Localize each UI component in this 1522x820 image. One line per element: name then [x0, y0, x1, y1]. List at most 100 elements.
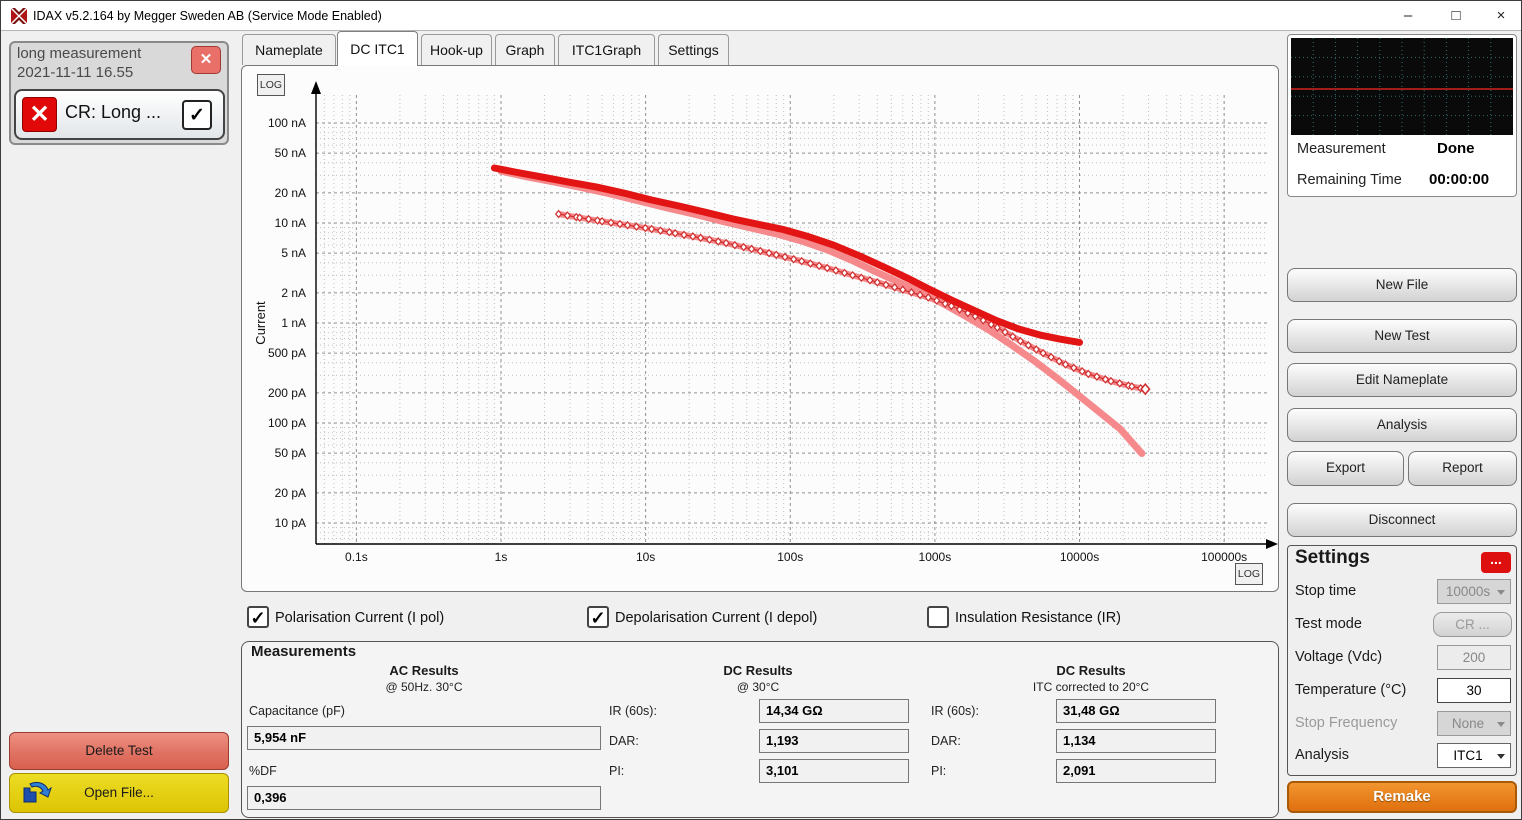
dc-ir-value[interactable]: 14,34 GΩ [759, 699, 909, 723]
svg-text:100 pA: 100 pA [268, 416, 306, 430]
open-file-icon [22, 780, 52, 807]
itc-dar-label: DAR: [931, 729, 961, 753]
settings-title: Settings [1295, 547, 1370, 569]
stop-frequency-select[interactable]: None [1437, 711, 1511, 736]
tab-hook-up[interactable]: Hook-up [421, 34, 492, 65]
live-signal-display [1291, 38, 1513, 135]
app-logo-icon [10, 7, 28, 25]
temperature-label: Temperature (°C) [1295, 678, 1406, 703]
dc-ir-label: IR (60s): [609, 699, 657, 723]
settings-menu-button[interactable]: ... [1481, 552, 1511, 573]
svg-text:20 nA: 20 nA [275, 186, 306, 200]
checkbox-ipol-label: Polarisation Current (I pol) [275, 607, 444, 629]
stop-time-select[interactable]: 10000s [1437, 579, 1511, 604]
test-date: 2021-11-11 16.55 [17, 64, 133, 81]
open-file-label: Open File... [84, 785, 154, 800]
export-button[interactable]: Export [1287, 451, 1404, 486]
svg-text:100 nA: 100 nA [268, 116, 306, 130]
chevron-down-icon [1497, 590, 1505, 595]
new-test-button[interactable]: New Test [1287, 319, 1517, 353]
svg-text:2 nA: 2 nA [281, 286, 306, 300]
maximize-button[interactable]: □ [1439, 1, 1473, 31]
itc-pi-value[interactable]: 2,091 [1056, 759, 1216, 783]
svg-text:10 pA: 10 pA [275, 516, 306, 530]
temperature-field[interactable]: 30 [1437, 678, 1511, 703]
svg-text:10s: 10s [636, 550, 655, 564]
checkbox-ir[interactable] [927, 606, 949, 628]
disconnect-button[interactable]: Disconnect [1287, 503, 1517, 537]
remake-button[interactable]: Remake [1287, 781, 1517, 813]
test-name: long measurement [17, 45, 141, 62]
svg-text:20 pA: 20 pA [275, 486, 306, 500]
stop-time-label: Stop time [1295, 579, 1356, 604]
edit-nameplate-button[interactable]: Edit Nameplate [1287, 363, 1517, 397]
dc-itc-results-header: DC Results [981, 663, 1201, 678]
dc-itc1-chart: 100 nA 50 nA 20 nA 10 nA 5 nA 2 nA 1 nA 500 pA 2… [241, 65, 1279, 592]
test-mode-button[interactable]: CR ... [1433, 612, 1512, 637]
svg-text:1 nA: 1 nA [281, 316, 306, 330]
test-mode-label: Test mode [1295, 612, 1362, 637]
df-label: %DF [249, 759, 277, 783]
open-file-button[interactable]: Open File... [9, 773, 229, 813]
analysis-button[interactable]: Analysis [1287, 408, 1517, 442]
measurement-item-label: CR: Long ... [65, 102, 161, 123]
y-axis-log-button[interactable]: LOG [257, 74, 285, 96]
measurement-status-label: Measurement [1297, 141, 1386, 157]
checkbox-ir-label: Insulation Resistance (IR) [955, 607, 1121, 629]
checkbox-ipol[interactable]: ✓ [247, 606, 269, 628]
dc-pi-value[interactable]: 3,101 [759, 759, 909, 783]
svg-text:Current: Current [253, 301, 268, 345]
dc-results-header: DC Results [648, 663, 868, 678]
df-value[interactable]: 0,396 [247, 786, 601, 810]
itc-ir-value[interactable]: 31,48 GΩ [1056, 699, 1216, 723]
checkbox-idepol-label: Depolarisation Current (I depol) [615, 607, 817, 629]
svg-text:0.1s: 0.1s [345, 550, 368, 564]
remaining-time-value: 00:00:00 [1429, 171, 1489, 188]
chevron-down-icon [1497, 722, 1505, 727]
dc-itc-results-subheader: ITC corrected to 20°C [981, 680, 1201, 694]
ac-results-header: AC Results [314, 663, 534, 678]
svg-text:100000s: 100000s [1201, 550, 1247, 564]
voltage-field[interactable]: 200 [1437, 645, 1511, 670]
itc-dar-value[interactable]: 1,134 [1056, 729, 1216, 753]
title-bar: IDAX v5.2.164 by Megger Sweden AB (Servi… [1, 1, 1521, 31]
svg-text:200 pA: 200 pA [268, 386, 306, 400]
new-file-button[interactable]: New File [1287, 268, 1517, 302]
dc-dar-label: DAR: [609, 729, 639, 753]
test-close-button[interactable]: ✕ [191, 46, 221, 74]
svg-text:50 nA: 50 nA [275, 146, 306, 160]
ac-results-subheader: @ 50Hz. 30°C [314, 680, 534, 694]
tab-nameplate[interactable]: Nameplate [242, 34, 336, 65]
svg-text:5 nA: 5 nA [281, 246, 306, 260]
itc-pi-label: PI: [931, 759, 946, 783]
chevron-down-icon [1497, 754, 1505, 759]
svg-text:1000s: 1000s [919, 550, 952, 564]
svg-text:50 pA: 50 pA [275, 446, 306, 460]
tab-graph[interactable]: Graph [495, 34, 555, 65]
measurement-item-checkbox[interactable]: ✓ [182, 100, 212, 130]
x-axis-log-button[interactable]: LOG [1235, 563, 1263, 585]
remaining-time-label: Remaining Time [1297, 172, 1402, 188]
capacitance-label: Capacitance (pF) [249, 699, 345, 723]
tab-itc1graph[interactable]: ITC1Graph [558, 34, 655, 65]
delete-test-button[interactable]: Delete Test [9, 732, 229, 770]
itc-ir-label: IR (60s): [931, 699, 979, 723]
dc-pi-label: PI: [609, 759, 624, 783]
tab-settings[interactable]: Settings [658, 34, 729, 65]
analysis-select[interactable]: ITC1 [1437, 743, 1511, 768]
close-button[interactable]: × [1484, 1, 1518, 31]
report-button[interactable]: Report [1408, 451, 1517, 486]
checkbox-idepol[interactable]: ✓ [587, 606, 609, 628]
analysis-setting-label: Analysis [1295, 743, 1349, 768]
voltage-label: Voltage (Vdc) [1295, 645, 1382, 670]
minimize-button[interactable]: – [1391, 1, 1425, 31]
svg-text:10000s: 10000s [1060, 550, 1099, 564]
stop-frequency-label: Stop Frequency [1295, 711, 1397, 736]
dc-dar-value[interactable]: 1,193 [759, 729, 909, 753]
tab-dc-itc1[interactable]: DC ITC1 [337, 31, 418, 66]
measurement-status-icon: ✕ [22, 97, 57, 132]
measurements-title: Measurements [251, 643, 356, 660]
svg-text:10 nA: 10 nA [275, 216, 306, 230]
capacitance-value[interactable]: 5,954 nF [247, 726, 601, 750]
svg-text:500 pA: 500 pA [268, 346, 306, 360]
